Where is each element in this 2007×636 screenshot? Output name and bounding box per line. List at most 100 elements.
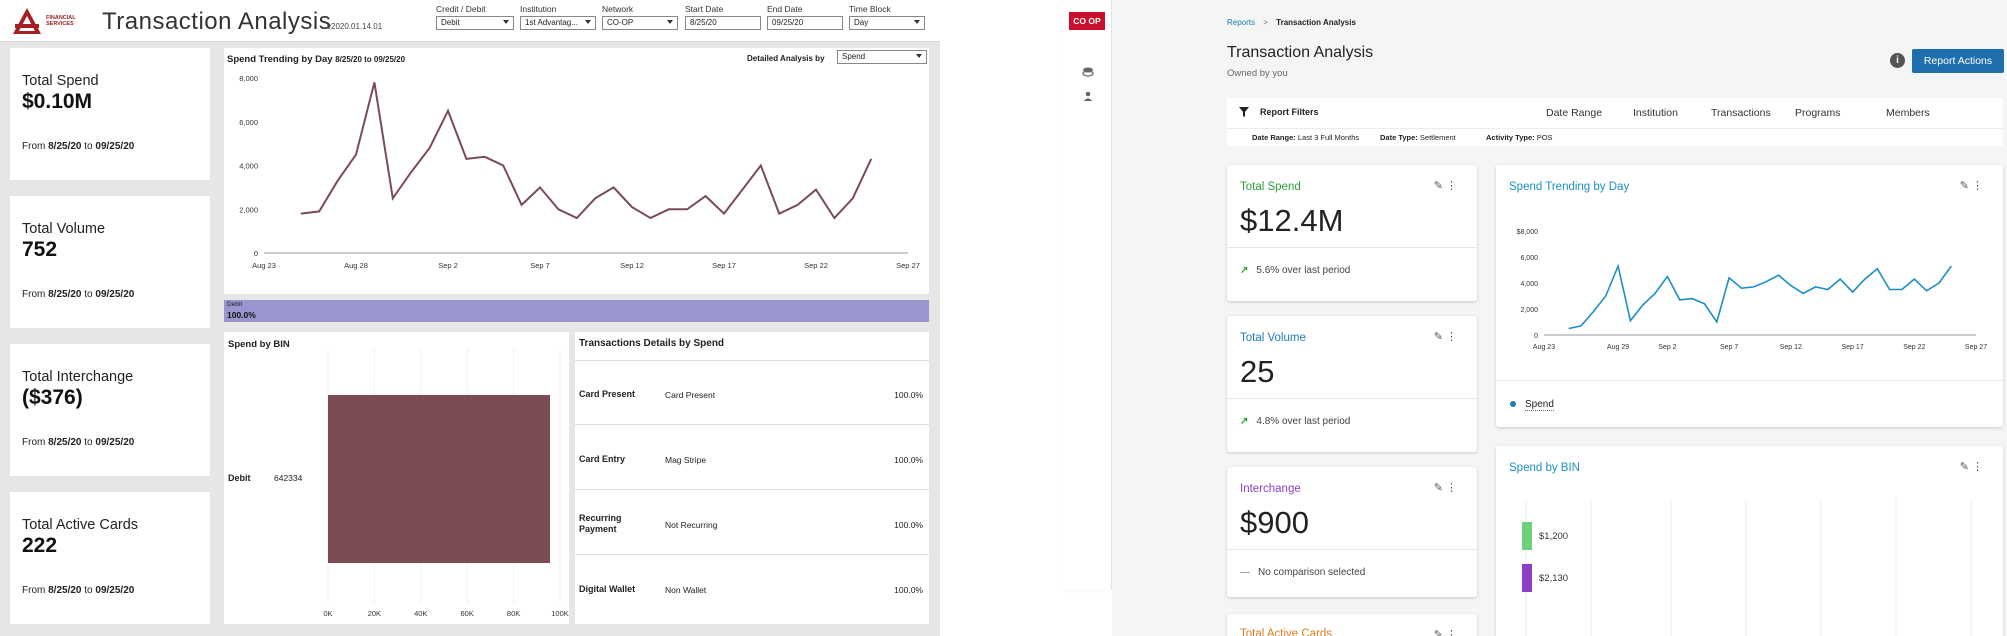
x-tick-label: Aug 23: [1533, 344, 1555, 351]
divider: [1227, 247, 1477, 248]
applied-filter-date-range[interactable]: Date Range: Last 3 Full Months: [1252, 133, 1359, 142]
logo-text: FINANCIAL SERVICES: [46, 15, 76, 27]
x-tick-label: 80K: [507, 609, 520, 618]
x-tick-label: Aug 28: [344, 261, 368, 270]
x-tick-label: Sep 7: [530, 261, 550, 270]
side-rail: CO OP: [1063, 0, 1112, 590]
x-tick-label: Aug 23: [252, 261, 276, 270]
more-vert-icon[interactable]: ⋮: [1446, 628, 1457, 636]
tab-institution[interactable]: Institution: [1633, 107, 1678, 119]
kpi-compare: ↗ 4.8% over last period: [1240, 416, 1351, 427]
left-header: FINANCIAL SERVICES Transaction Analysis …: [0, 0, 940, 42]
right-dashboard: CO OP Reports > Transaction Analysis Tra…: [1063, 0, 2007, 636]
applied-filter-activity-type[interactable]: Activity Type: POS: [1486, 133, 1553, 142]
kpi-total-volume: Total Volume 752 From 8/25/20 to 09/25/2…: [10, 196, 210, 328]
y-tick-label: 4,000: [1520, 281, 1538, 288]
edit-icon[interactable]: ✎: [1434, 481, 1443, 494]
edit-icon[interactable]: ✎: [1434, 330, 1443, 343]
kpi-date-range: From 8/25/20 to 09/25/20: [22, 437, 135, 448]
x-tick-label: Sep 12: [620, 261, 644, 270]
report-main: Reports > Transaction Analysis Transacti…: [1112, 0, 2007, 636]
breadcrumb-link-reports[interactable]: Reports: [1227, 18, 1255, 27]
x-tick-label: Sep 17: [712, 261, 736, 270]
spend-by-bin-chart: $1,200 $2,130: [1522, 500, 1972, 636]
info-icon[interactable]: i: [1890, 53, 1905, 68]
table-row[interactable]: Card Entry Mag Stripe 100.0%: [575, 426, 929, 490]
page-title: Transaction Analysis: [102, 8, 332, 35]
report-filters-label[interactable]: Report Filters: [1260, 107, 1319, 117]
y-tick-label: $8,000: [1517, 229, 1539, 236]
y-tick-label: 2,000: [239, 205, 258, 214]
more-vert-icon[interactable]: ⋮: [1446, 481, 1457, 494]
end-date-input[interactable]: 09/25/20: [767, 16, 843, 30]
chart-legend[interactable]: Spend: [1510, 399, 1554, 411]
spend-trend-card: Spend Trending by Day ✎ ⋮ 0 2,000 4,000 6,0…: [1496, 165, 2003, 427]
series-line: [1568, 263, 1952, 330]
institution-select[interactable]: 1st Advantag...: [520, 16, 596, 30]
spend-by-bin-card: Spend by BIN Debit 642334 0K 20K 40K 60K 80K…: [224, 332, 569, 624]
bar: [1522, 522, 1532, 550]
bar: [328, 395, 550, 563]
dash-icon: —: [1240, 567, 1250, 578]
spend-trend-chart: 0 2,000 4,000 6,000 8,000 Aug 23 Aug 28 Sep 2 Se…: [239, 74, 920, 270]
edit-icon[interactable]: ✎: [1434, 628, 1443, 636]
tx-title: Transactions Details by Spend: [579, 338, 725, 349]
y-tick-label: 6,000: [1520, 255, 1538, 262]
x-tick-label: Sep 22: [804, 261, 828, 270]
x-tick-label: Sep 22: [1903, 344, 1925, 351]
divider: [1496, 380, 2003, 381]
filter-end-date: End Date 09/25/20: [767, 4, 843, 30]
x-tick-label: 60K: [461, 609, 474, 618]
kpi-total-active-cards: Total Active Cards ✎ ⋮: [1227, 614, 1477, 636]
filter-icon: [1239, 107, 1249, 117]
coop-logo: CO OP: [1069, 12, 1105, 30]
table-row[interactable]: Card Present Card Present 100.0%: [575, 361, 929, 425]
x-tick-label: 0K: [323, 609, 332, 618]
divider: [1227, 549, 1477, 550]
chevron-down-icon: [585, 20, 591, 24]
y-tick-label: 6,000: [239, 118, 258, 127]
x-tick-label: Sep 27: [896, 261, 920, 270]
company-logo: FINANCIAL SERVICES: [12, 7, 102, 35]
applied-filter-date-type[interactable]: Date Type: Settlement: [1380, 133, 1456, 142]
debit-share-bar[interactable]: Debit 100.0%: [224, 300, 929, 322]
kpi-compare: ↗ 5.6% over last period: [1240, 265, 1351, 276]
kpi-compare: — No comparison selected: [1240, 567, 1366, 578]
filter-start-date: Start Date 8/25/20: [685, 4, 761, 30]
credit-debit-select[interactable]: Debit: [436, 16, 514, 30]
breadcrumb: Reports > Transaction Analysis: [1227, 18, 1356, 27]
time-block-select[interactable]: Day: [849, 16, 925, 30]
network-select[interactable]: CO-OP: [602, 16, 678, 30]
x-tick-label: Sep 7: [1720, 344, 1738, 351]
more-vert-icon[interactable]: ⋮: [1446, 179, 1457, 192]
chevron-down-icon: [503, 20, 509, 24]
x-tick-label: Sep 2: [1658, 344, 1676, 351]
transactions-details-card: Transactions Details by Spend Card Prese…: [575, 332, 929, 624]
tab-members[interactable]: Members: [1886, 107, 1930, 119]
table-row[interactable]: Digital Wallet Non Wallet 100.0%: [575, 556, 929, 620]
tab-date-range[interactable]: Date Range: [1546, 107, 1602, 119]
table-row[interactable]: Recurring Payment Not Recurring 100.0%: [575, 491, 929, 555]
tab-transactions[interactable]: Transactions: [1711, 107, 1771, 119]
report-actions-button[interactable]: Report Actions: [1912, 49, 2004, 73]
y-tick-label: 4,000: [239, 162, 258, 171]
tab-programs[interactable]: Programs: [1795, 107, 1841, 119]
legend-dot-icon: [1510, 401, 1516, 408]
start-date-input[interactable]: 8/25/20: [685, 16, 761, 30]
divider: [1227, 398, 1477, 399]
filter-time-block: Time Block Day: [849, 4, 925, 30]
kpi-total-spend: Total Spend ✎ ⋮ $12.4M ↗ 5.6% over last p…: [1227, 165, 1477, 301]
trending-up-icon: ↗: [1240, 416, 1249, 427]
kpi-date-range: From 8/25/20 to 09/25/20: [22, 289, 135, 300]
more-vert-icon[interactable]: ⋮: [1446, 330, 1457, 343]
layers-icon[interactable]: [1082, 66, 1094, 78]
y-tick-label: 0: [1534, 333, 1538, 340]
kpi-total-active-cards: Total Active Cards 222 From 8/25/20 to 0…: [10, 492, 210, 624]
edit-icon[interactable]: ✎: [1434, 179, 1443, 192]
chevron-down-icon: [914, 20, 920, 24]
chevron-down-icon: [667, 20, 673, 24]
x-tick-label: Sep 27: [1965, 344, 1987, 351]
x-tick-label: 40K: [414, 609, 427, 618]
user-icon[interactable]: [1083, 91, 1093, 101]
logo-mark-icon: [13, 8, 41, 34]
